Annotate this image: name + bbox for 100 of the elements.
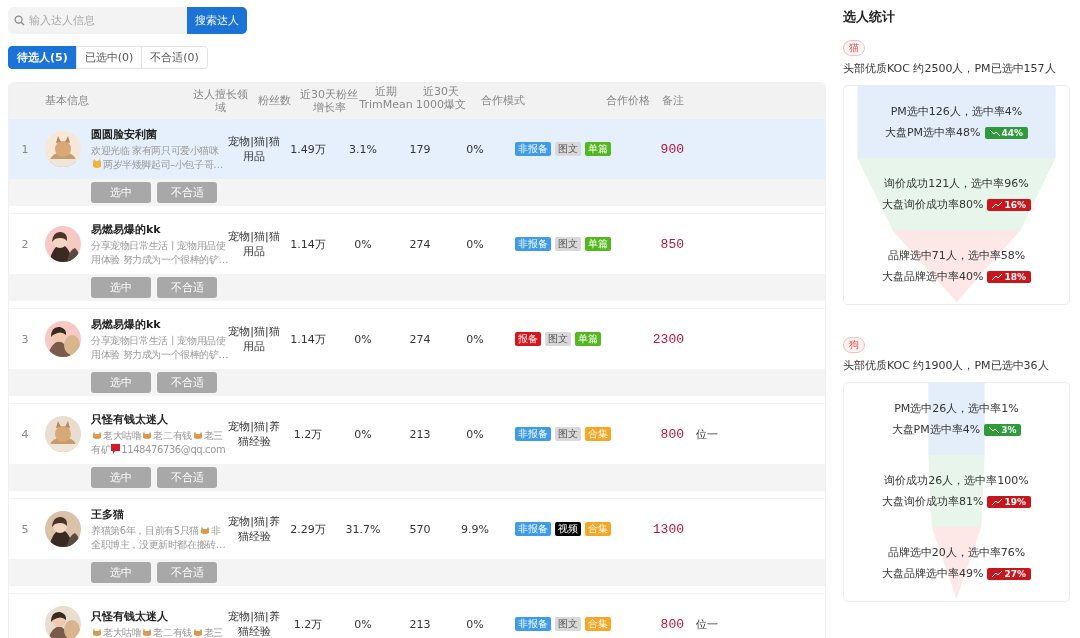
- summary-text: 头部优质KOC 约1900人，PM已选中36人: [843, 358, 1049, 373]
- mode-tag: 非报备: [515, 617, 551, 631]
- table-cell-text: 0%: [465, 427, 485, 441]
- table-cell-text: 3.1%: [348, 142, 378, 156]
- mode-tag: 视频: [555, 522, 581, 536]
- cat-icon: [92, 430, 102, 440]
- stage-text: 品牌选中71人，选中率58%: [887, 248, 1026, 263]
- mode-tag: 合集: [585, 617, 611, 631]
- table-cell-text: 213: [408, 427, 432, 441]
- mode-tag: 图文: [555, 617, 581, 631]
- tab[interactable]: 不合适(0): [141, 46, 208, 69]
- creator-name: 易燃易爆的kk: [91, 221, 162, 237]
- bio-text: 分享宠物日常生活丨宠物用品使: [91, 334, 226, 346]
- action-button[interactable]: 不合适: [157, 182, 217, 203]
- mode-tag: 非报备: [515, 142, 551, 156]
- table-cell-text: 0%: [353, 332, 373, 346]
- pin-icon: [111, 443, 121, 454]
- panel-title: 选人统计: [843, 8, 896, 26]
- cat-icon: [192, 430, 203, 440]
- table-cell-text: 0%: [353, 427, 373, 441]
- price: 800: [659, 616, 684, 632]
- action-button[interactable]: 选中: [91, 562, 151, 583]
- remark: 位一: [695, 426, 719, 442]
- tab[interactable]: 待选人(5): [8, 46, 77, 69]
- mode-tag: 非报备: [515, 522, 551, 536]
- table-cell-text: 0%: [353, 237, 373, 251]
- price: 800: [659, 426, 684, 442]
- action-button[interactable]: 选中: [91, 467, 151, 488]
- cat-icon: [142, 627, 153, 637]
- bio-text: 全职博主，没更新时都在搬砖…: [91, 538, 226, 550]
- action-button[interactable]: 选中: [91, 277, 151, 298]
- table-cell-text: 9.9%: [460, 522, 490, 536]
- row-number: 4: [20, 427, 30, 441]
- table-cell-text: 0%: [465, 617, 485, 631]
- mode-tag: 报备: [515, 332, 541, 346]
- bio-text: 老三: [203, 429, 223, 441]
- action-button[interactable]: 不合适: [157, 562, 217, 583]
- table-cell-text: 179: [408, 142, 432, 156]
- mode-tag: 图文: [555, 427, 581, 441]
- bio-text: 两岁半矮脚起司–小包子哥…: [103, 158, 223, 170]
- bio-text: 非: [210, 524, 221, 536]
- table-cell-text: 1.14万: [289, 236, 327, 252]
- row-number: 2: [20, 237, 30, 251]
- trend-badge: 27%: [987, 567, 1031, 580]
- creator-name: 易燃易爆的kk: [91, 316, 162, 332]
- action-button[interactable]: 选中: [91, 182, 151, 203]
- bio-text: 分享宠物日常生活丨宠物用品使: [91, 239, 226, 251]
- table-cell-text: 宠物|猫|猫用品: [227, 229, 281, 259]
- bio-text: 老二有钱: [153, 429, 192, 441]
- remark: 位一: [695, 616, 719, 632]
- stage-text: 大盘品牌选中率40%: [882, 269, 984, 284]
- stage-text: 询价成功121人，选中率96%: [884, 176, 1029, 191]
- column-header: 近期TrimMean: [359, 84, 413, 111]
- column-header: 达人擅长领域: [191, 87, 249, 114]
- price: 1300: [651, 521, 684, 537]
- price: 900: [659, 141, 684, 157]
- stage-text: 询价成功26人，选中率100%: [884, 473, 1029, 488]
- table-cell-text: 274: [408, 237, 432, 251]
- mode-tag: 单篇: [585, 142, 611, 156]
- column-header: 近30天1000爆文: [415, 84, 467, 111]
- search-button[interactable]: 搜索达人: [187, 7, 247, 34]
- stage-text: 大盘询价成功率80%: [882, 197, 984, 212]
- bio-text: 老大咕噜: [103, 626, 142, 638]
- cat-icon: [92, 627, 102, 637]
- tab[interactable]: 已选中(0): [75, 46, 143, 69]
- table-cell-text: 宠物|猫|猫用品: [227, 324, 281, 354]
- category-tag: 狗: [843, 337, 865, 353]
- creator-name: 圆圆脸安利菌: [91, 126, 158, 142]
- price: 850: [659, 236, 684, 252]
- column-header: 粉丝数: [256, 94, 292, 107]
- cat-icon: [192, 627, 203, 637]
- category-tag: 猫: [843, 40, 865, 56]
- column-header: 基本信息: [44, 94, 90, 107]
- table-cell-text: 570: [408, 522, 432, 536]
- mode-tag: 图文: [545, 332, 571, 346]
- row-number: 3: [20, 332, 30, 346]
- search-field[interactable]: 输入达人信息: [8, 7, 187, 34]
- stage-text: 大盘品牌选中率49%: [882, 566, 984, 581]
- action-button[interactable]: 不合适: [157, 277, 217, 298]
- stage-text: 大盘询价成功率81%: [882, 494, 984, 509]
- bio-text: 1148476736@qq.com: [121, 443, 226, 455]
- action-button[interactable]: 不合适: [157, 372, 217, 393]
- bio-text: 养猫第6年，目前有5只猫: [91, 524, 199, 536]
- bio-text: 有矿: [91, 443, 111, 455]
- creator-name: 只怪有钱太迷人: [91, 608, 169, 624]
- column-header: 备注: [661, 94, 685, 107]
- mode-tag: 合集: [585, 522, 611, 536]
- table-cell-text: 0%: [353, 617, 373, 631]
- column-header: 合作价格: [605, 94, 650, 107]
- mode-tag: 非报备: [515, 237, 551, 251]
- stage-text: PM选中26人，选中率1%: [894, 401, 1019, 416]
- summary-text: 头部优质KOC 约2500人，PM已选中157人: [843, 61, 1056, 76]
- table-cell-text: 宠物|猫|养猫经验: [227, 419, 281, 449]
- trend-badge: 18%: [987, 270, 1031, 283]
- action-button[interactable]: 不合适: [157, 467, 217, 488]
- row-number: 1: [20, 142, 30, 156]
- action-button[interactable]: 选中: [91, 372, 151, 393]
- table-cell-text: 213: [408, 617, 432, 631]
- mode-tag: 单篇: [585, 237, 611, 251]
- table-cell-text: 宠物|猫|养猫经验: [227, 514, 281, 544]
